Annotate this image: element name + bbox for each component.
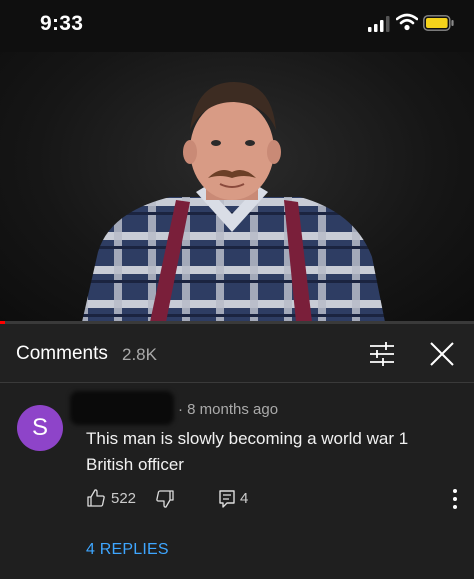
signal-icon: [368, 16, 390, 32]
comment-time: · 8 months ago: [178, 401, 279, 418]
thumbs-down-icon[interactable]: [155, 489, 175, 509]
video-player[interactable]: [0, 52, 474, 322]
avatar[interactable]: S: [17, 405, 63, 451]
view-replies-link[interactable]: 4 REPLIES: [86, 541, 169, 559]
comments-count: 2.8K: [122, 345, 157, 364]
comments-header: Comments 2.8K: [0, 324, 474, 383]
comments-title: Comments: [16, 343, 108, 364]
redacted-author-name: [70, 391, 174, 425]
wifi-icon: [396, 13, 418, 31]
comment-item: S · 8 months ago This man is slowly beco…: [0, 383, 474, 579]
reply-count: 4: [240, 490, 249, 507]
comment-text: This man is slowly becoming a world war …: [86, 429, 409, 474]
battery-icon: [423, 15, 454, 31]
like-count: 522: [111, 490, 137, 507]
video-frame: [82, 82, 385, 322]
reply-icon[interactable]: [218, 489, 236, 509]
close-icon[interactable]: [428, 340, 456, 368]
more-vert-icon[interactable]: [448, 487, 462, 511]
thumbs-up-icon[interactable]: [86, 488, 106, 508]
status-bar: 9:33: [0, 0, 474, 52]
status-time: 9:33: [40, 12, 84, 35]
filter-icon[interactable]: [368, 341, 396, 367]
